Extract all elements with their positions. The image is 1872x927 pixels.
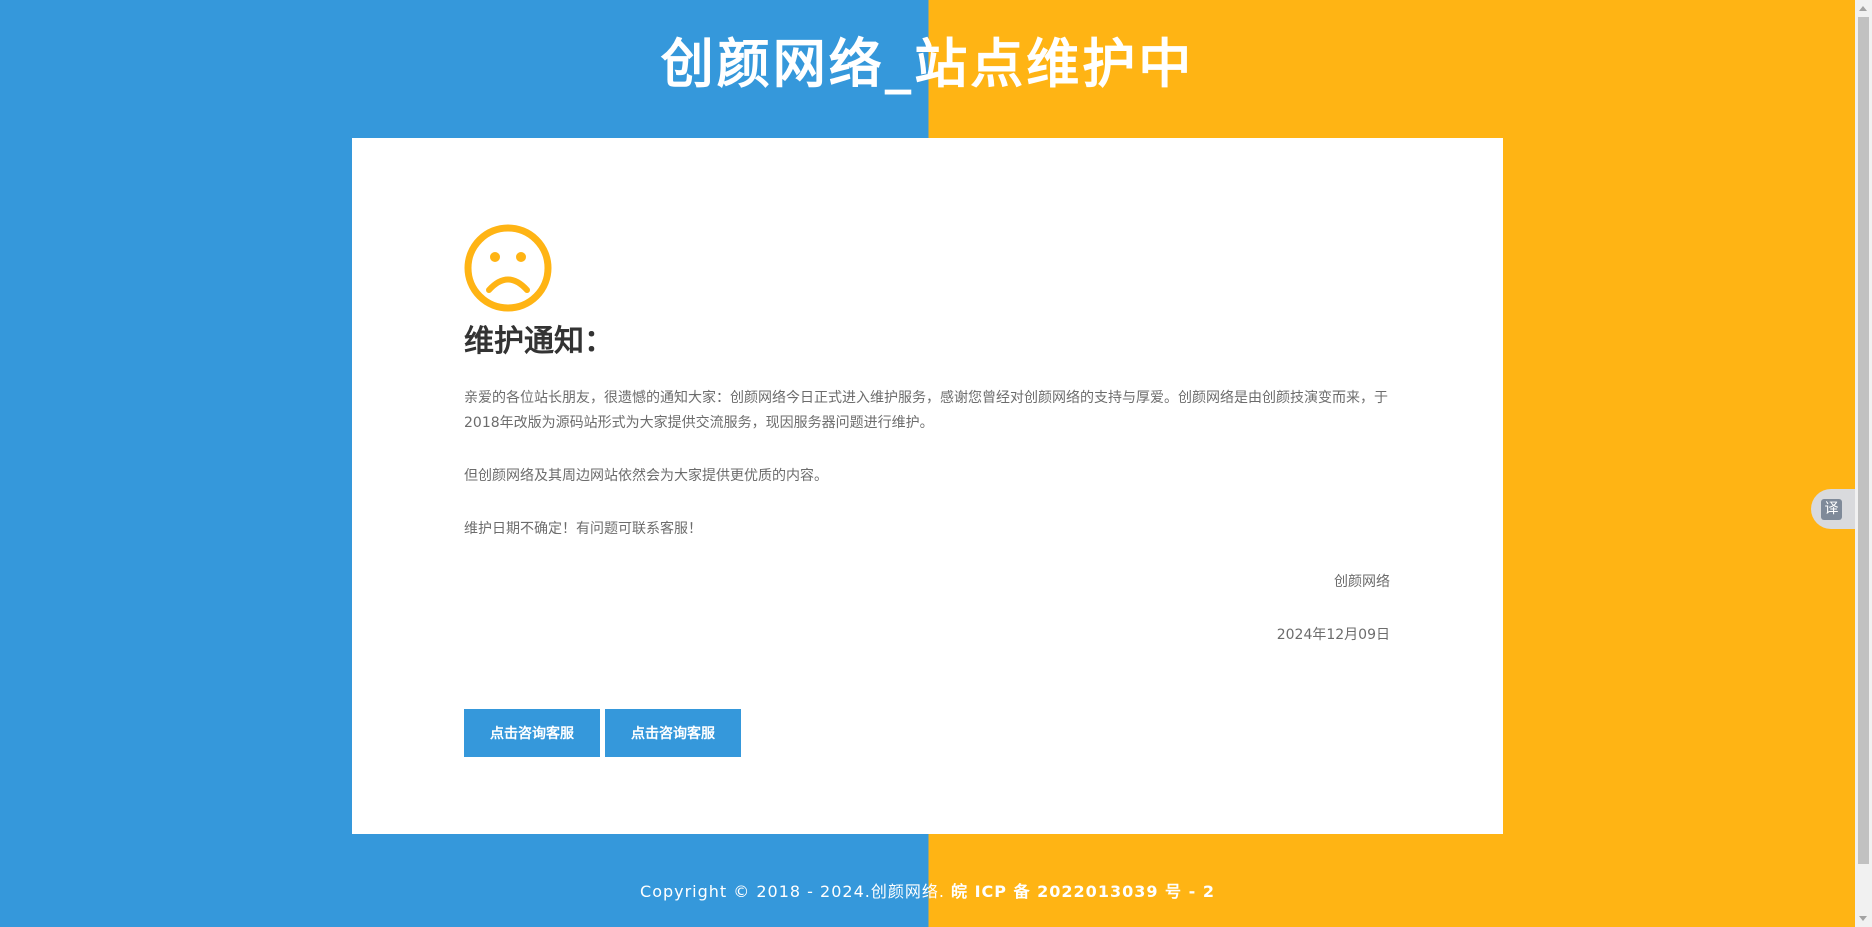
- footer-copyright: Copyright © 2018 - 2024.创颜网络.: [640, 882, 952, 901]
- notice-heading: 维护通知：: [464, 324, 614, 359]
- vertical-scrollbar[interactable]: [1855, 0, 1872, 927]
- contact-support-button-2[interactable]: 点击咨询客服: [605, 709, 741, 757]
- page-title: 创颜网络_站点维护中: [660, 34, 1195, 95]
- button-group: 点击咨询客服 点击咨询客服: [464, 709, 1390, 757]
- translate-button[interactable]: 译: [1811, 489, 1855, 529]
- contact-support-button-1[interactable]: 点击咨询客服: [464, 709, 600, 757]
- scroll-up-arrow-icon[interactable]: [1859, 6, 1867, 11]
- card-content: 维护通知： 亲爱的各位站长朋友，很遗憾的通知大家：创颜网络今日正式进入维护服务，…: [464, 224, 1390, 757]
- notice-paragraph-date-info: 维护日期不确定！有问题可联系客服！: [464, 521, 702, 537]
- footer: Copyright © 2018 - 2024.创颜网络. 皖 ICP 备 20…: [0, 879, 1855, 905]
- maintenance-card: 维护通知： 亲爱的各位站长朋友，很遗憾的通知大家：创颜网络今日正式进入维护服务，…: [352, 138, 1503, 834]
- scroll-thumb[interactable]: [1858, 17, 1869, 864]
- scroll-down-arrow-icon[interactable]: [1859, 916, 1867, 921]
- notice-date: 2024年12月09日: [1276, 627, 1390, 643]
- notice-signature: 创颜网络: [1334, 574, 1390, 590]
- footer-icp-link[interactable]: 皖 ICP 备 2022013039 号 - 2: [951, 882, 1215, 901]
- translate-icon: 译: [1821, 498, 1842, 520]
- notice-paragraph-content: 但创颜网络及其周边网站依然会为大家提供更优质的内容。: [464, 468, 828, 484]
- notice-paragraph-intro: 亲爱的各位站长朋友，很遗憾的通知大家：创颜网络今日正式进入维护服务，感谢您曾经对…: [464, 390, 1388, 431]
- page: 创颜网络_站点维护中 维护通知： 亲爱的各位站长朋友，很遗憾的通知大家：创颜网络…: [0, 0, 1855, 927]
- sad-face-icon: [464, 224, 552, 312]
